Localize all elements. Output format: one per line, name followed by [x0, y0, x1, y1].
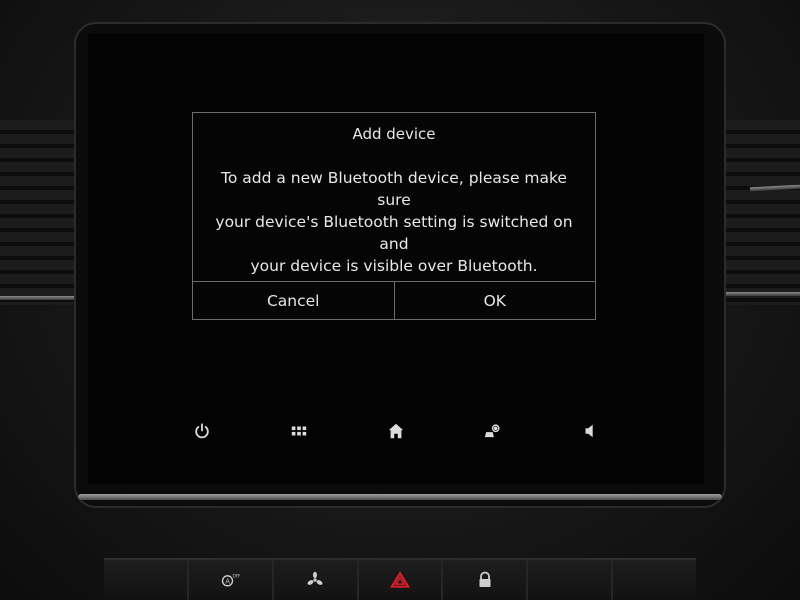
volume-icon[interactable]	[578, 419, 602, 443]
svg-text:OFF: OFF	[233, 574, 241, 579]
hardware-button-blank[interactable]	[611, 560, 697, 600]
dialog-message-line: your device's Bluetooth setting is switc…	[215, 213, 573, 253]
add-device-dialog: Add device To add a new Bluetooth device…	[192, 112, 596, 320]
hardware-button-blank[interactable]	[526, 560, 612, 600]
bottom-nav-bar	[88, 409, 704, 451]
infotainment-screen: Add device To add a new Bluetooth device…	[88, 34, 704, 484]
dialog-message-line: To add a new Bluetooth device, please ma…	[221, 169, 567, 209]
apps-grid-icon[interactable]	[287, 419, 311, 443]
power-icon[interactable]	[190, 419, 214, 443]
cancel-button[interactable]: Cancel	[193, 282, 394, 319]
dialog-message-line: your device is visible over Bluetooth.	[250, 257, 538, 275]
home-icon[interactable]	[384, 419, 408, 443]
ok-button[interactable]: OK	[393, 282, 596, 319]
dialog-message: To add a new Bluetooth device, please ma…	[213, 167, 575, 277]
dialog-button-row: Cancel OK	[193, 281, 595, 319]
bezel-chrome-trim	[78, 494, 722, 500]
hazard-icon[interactable]	[356, 560, 442, 600]
dialog-title: Add device	[352, 125, 436, 143]
lock-icon[interactable]	[441, 560, 527, 600]
car-settings-icon[interactable]	[481, 419, 505, 443]
svg-text:A: A	[226, 577, 231, 585]
hardware-button-blank[interactable]	[104, 560, 187, 600]
fan-icon[interactable]	[271, 560, 357, 600]
hardware-button-row: A OFF	[104, 558, 697, 600]
auto-stop-off-icon[interactable]: A OFF	[186, 560, 272, 600]
